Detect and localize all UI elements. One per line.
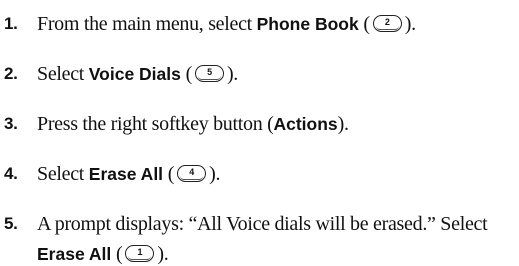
step-number: 3. bbox=[4, 114, 18, 133]
phone-keypad-key-icon: 2 bbox=[372, 14, 402, 32]
phone-keypad-key-icon: 5 bbox=[194, 64, 224, 82]
phone-keypad-key-icon: 1 bbox=[125, 244, 155, 262]
paren-open: ( bbox=[163, 163, 175, 185]
step-number: 4. bbox=[4, 164, 18, 183]
paren-open: ( bbox=[358, 13, 370, 35]
phone-keypad-key-icon: 4 bbox=[177, 164, 207, 182]
step-number: 5. bbox=[4, 214, 18, 233]
paren-close: ). bbox=[404, 13, 416, 35]
step-text-line-2: Erase All (1). bbox=[37, 242, 169, 266]
paren-close: ). bbox=[157, 243, 169, 265]
key-label: 5 bbox=[207, 66, 212, 77]
step-text-tail: ). bbox=[337, 113, 349, 135]
step-text-lead: Press the right softkey button ( bbox=[37, 113, 274, 135]
option-erase-all: Erase All bbox=[37, 244, 112, 264]
menu-item-phone-book: Phone Book bbox=[256, 14, 359, 34]
paren-close: ). bbox=[226, 63, 238, 85]
menu-item-voice-dials: Voice Dials bbox=[88, 64, 181, 84]
step-number: 2. bbox=[4, 64, 18, 83]
step-text: Press the right softkey button (Actions)… bbox=[37, 112, 349, 136]
step-number: 1. bbox=[4, 14, 18, 33]
step-text-lead: Select bbox=[37, 63, 89, 85]
step-3: 3. Press the right softkey button (Actio… bbox=[0, 112, 519, 136]
step-text: Select Erase All (4). bbox=[37, 162, 220, 186]
step-text: Select Voice Dials (5). bbox=[37, 62, 238, 86]
key-label: 1 bbox=[137, 246, 143, 257]
step-text-line-1: A prompt displays: “All Voice dials will… bbox=[37, 213, 488, 235]
paren-open: ( bbox=[111, 243, 123, 265]
step-text-lead: Select bbox=[37, 163, 89, 185]
step-5: 5. A prompt displays: “All Voice dials w… bbox=[0, 212, 519, 266]
key-label: 2 bbox=[384, 16, 390, 27]
step-2: 2. Select Voice Dials (5). bbox=[0, 62, 519, 86]
step-4: 4. Select Erase All (4). bbox=[0, 162, 519, 186]
step-text: From the main menu, select Phone Book (2… bbox=[37, 12, 416, 36]
step-1: 1. From the main menu, select Phone Book… bbox=[0, 12, 519, 36]
paren-close: ). bbox=[209, 163, 221, 185]
paren-open: ( bbox=[180, 63, 193, 85]
softkey-actions: Actions bbox=[273, 114, 338, 134]
menu-item-erase-all: Erase All bbox=[88, 164, 164, 184]
key-label: 4 bbox=[189, 166, 194, 177]
step-text-lead: From the main menu, select bbox=[37, 13, 257, 35]
